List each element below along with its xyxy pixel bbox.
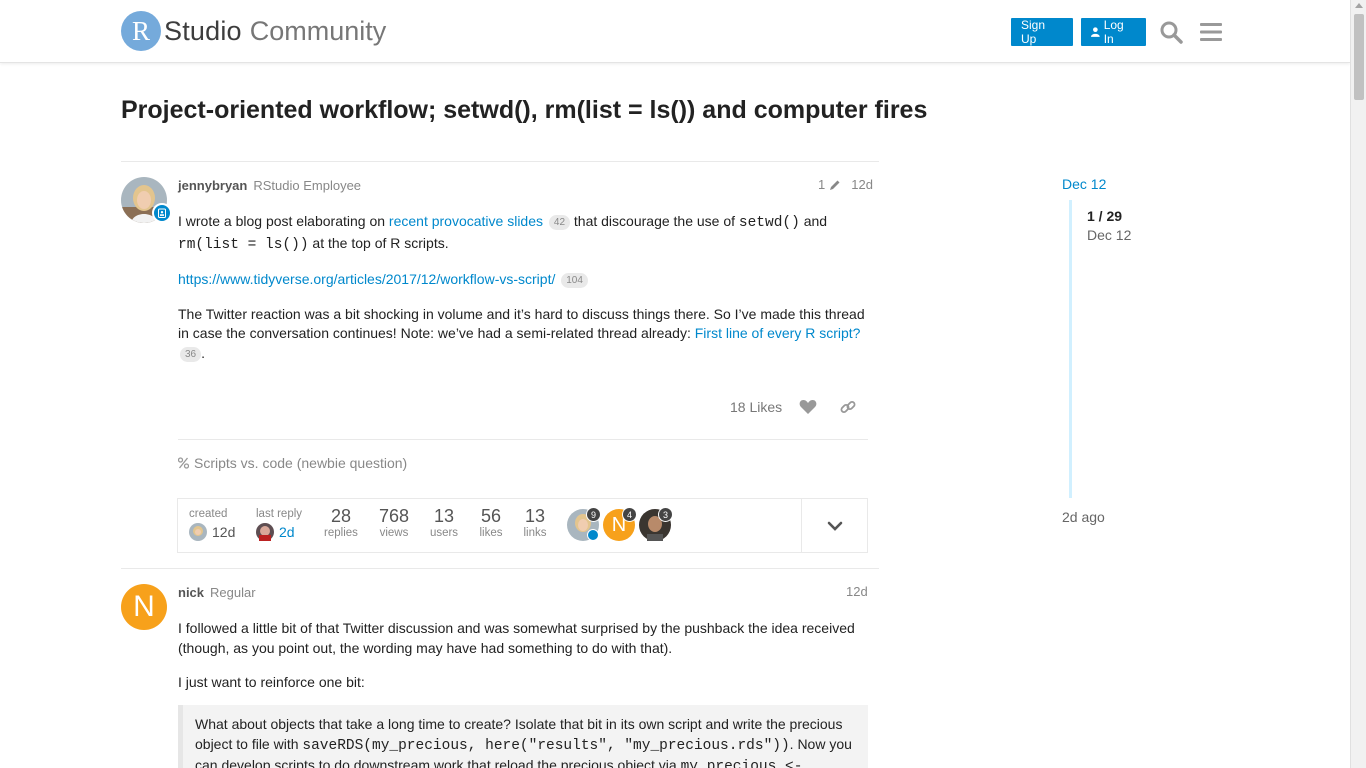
created-label: created [189, 508, 228, 520]
site-header: R Studio Community Sign Up Log In [0, 0, 1350, 63]
links-stat: 13 links [519, 506, 551, 539]
page-scrollbar[interactable] [1350, 0, 1366, 768]
staff-badge-icon [587, 529, 599, 541]
link-click-count: 42 [548, 215, 571, 230]
participant-avatar[interactable]: 3 [639, 507, 673, 541]
last-reply-label: last reply [256, 508, 303, 520]
timeline-start-date[interactable]: Dec 12 [1062, 176, 1106, 192]
participant-avatar[interactable]: 9 [567, 507, 601, 541]
sign-up-button[interactable]: Sign Up [1011, 18, 1073, 46]
post-user-title: Regular [210, 585, 256, 600]
post-body: I wrote a blog post elaborating on recen… [178, 212, 868, 378]
recent-provocative-slides-link[interactable]: recent provocative slides [389, 213, 543, 229]
linked-topic-title[interactable]: Scripts vs. code (newbie question) [194, 455, 407, 471]
chevron-down-icon [827, 521, 842, 531]
scroll-thumb[interactable] [1354, 14, 1364, 100]
link-click-count: 36 [180, 346, 202, 362]
logo-studio-text: Studio [164, 15, 242, 46]
stat-label: users [429, 527, 459, 539]
likes-stat: 56 likes [475, 506, 507, 539]
inline-code: rm(list = ls()) [178, 236, 309, 253]
scroll-up-arrow[interactable] [1355, 3, 1363, 8]
created-value: 12d [212, 524, 236, 540]
text: and [799, 213, 828, 229]
last-reply-value: 2d [279, 524, 295, 540]
logo-community-text: Community [249, 15, 387, 46]
post-paragraph: The Twitter reaction was a bit shocking … [178, 305, 868, 364]
post-footer-divider [178, 439, 868, 440]
users-stat: 13 users [427, 506, 461, 539]
post-paragraph: I followed a little bit of that Twitter … [178, 620, 855, 656]
post-count-badge: 3 [658, 507, 673, 522]
post-divider [121, 568, 879, 569]
stat-number: 768 [378, 506, 410, 526]
post-paragraph: https://www.tidyverse.org/articles/2017/… [178, 270, 868, 290]
inline-code: setwd() [738, 215, 800, 231]
post-username[interactable]: jennybryan [178, 178, 247, 193]
post-body: I followed a little bit of that Twitter … [178, 619, 868, 708]
avatar-small [189, 523, 207, 541]
views-stat: 768 views [377, 506, 411, 539]
percent-link-icon [178, 457, 189, 469]
text: that discourage the use of [570, 213, 739, 229]
text: I wrote a blog post elaborating on [178, 213, 389, 229]
stat-label: likes [479, 527, 503, 539]
log-in-label: Log In [1103, 18, 1124, 46]
inline-code: my_precious <- [680, 759, 803, 768]
post-count-badge: 9 [586, 507, 601, 522]
post-count-badge: 4 [622, 507, 637, 522]
search-icon[interactable] [1159, 20, 1183, 44]
post-user-title: RStudio Employee [253, 178, 362, 193]
first-line-thread-link[interactable]: First line of every R script? [695, 325, 861, 341]
pencil-icon[interactable] [829, 179, 841, 191]
participant-avatar[interactable]: N 4 [603, 507, 637, 541]
like-count[interactable]: 18 Likes [730, 399, 782, 415]
post-age[interactable]: 12d [846, 584, 868, 599]
timeline-scroll-track[interactable] [1069, 200, 1072, 498]
topic-title[interactable]: Project-oriented workflow; setwd(), rm(l… [121, 96, 927, 125]
share-link-icon[interactable] [840, 399, 856, 415]
tidyverse-blog-link[interactable]: https://www.tidyverse.org/articles/2017/… [178, 271, 555, 287]
avatar-nick[interactable]: N [121, 584, 167, 630]
linked-topic-row[interactable]: Scripts vs. code (newbie question) [178, 455, 407, 471]
post-author-line: nick Regular [178, 584, 256, 600]
avatar-small [256, 523, 274, 541]
post-age[interactable]: 12d [851, 177, 873, 192]
post-author-line: jennybryan RStudio Employee [178, 177, 361, 193]
replies-stat: 28 replies [323, 506, 359, 539]
inline-code: saveRDS(my_precious, here("results", "my… [302, 737, 790, 754]
site-logo[interactable]: R Studio Community [121, 11, 386, 51]
user-icon [1091, 27, 1100, 37]
stat-label: links [523, 527, 547, 539]
text: . [201, 344, 206, 361]
staff-badge-icon [152, 203, 172, 223]
stat-number: 28 [330, 506, 352, 526]
last-reply-block[interactable]: last reply 2d [256, 508, 302, 541]
post-meta: 1 12d [818, 177, 873, 192]
timeline-end-label[interactable]: 2d ago [1062, 509, 1105, 525]
topic-map: created 12d last reply 2d 28 replies 768… [177, 498, 868, 553]
post-username[interactable]: nick [178, 585, 204, 600]
log-in-button[interactable]: Log In [1081, 18, 1146, 46]
hamburger-menu-icon[interactable] [1199, 20, 1223, 44]
text: at the top of R scripts. [308, 234, 449, 251]
heart-icon[interactable] [799, 399, 817, 415]
link-click-count: 104 [561, 273, 588, 288]
logo-r-mark: R [121, 11, 161, 51]
post-divider [121, 161, 879, 162]
post-paragraph: I just want to reinforce one bit: [178, 674, 365, 690]
quote-block: What about objects that take a long time… [178, 705, 868, 768]
timeline-position: 1 / 29 [1087, 208, 1123, 224]
stat-label: replies [324, 527, 358, 539]
stat-number: 13 [524, 506, 546, 526]
created-block: created 12d [189, 508, 235, 541]
timeline-position-date: Dec 12 [1087, 227, 1132, 243]
edit-count[interactable]: 1 [818, 177, 825, 192]
post-paragraph: I wrote a blog post elaborating on recen… [178, 212, 868, 255]
stat-number: 13 [433, 506, 455, 526]
expand-topic-map-button[interactable] [801, 499, 867, 552]
stat-label: views [379, 527, 409, 539]
stat-number: 56 [480, 506, 502, 526]
